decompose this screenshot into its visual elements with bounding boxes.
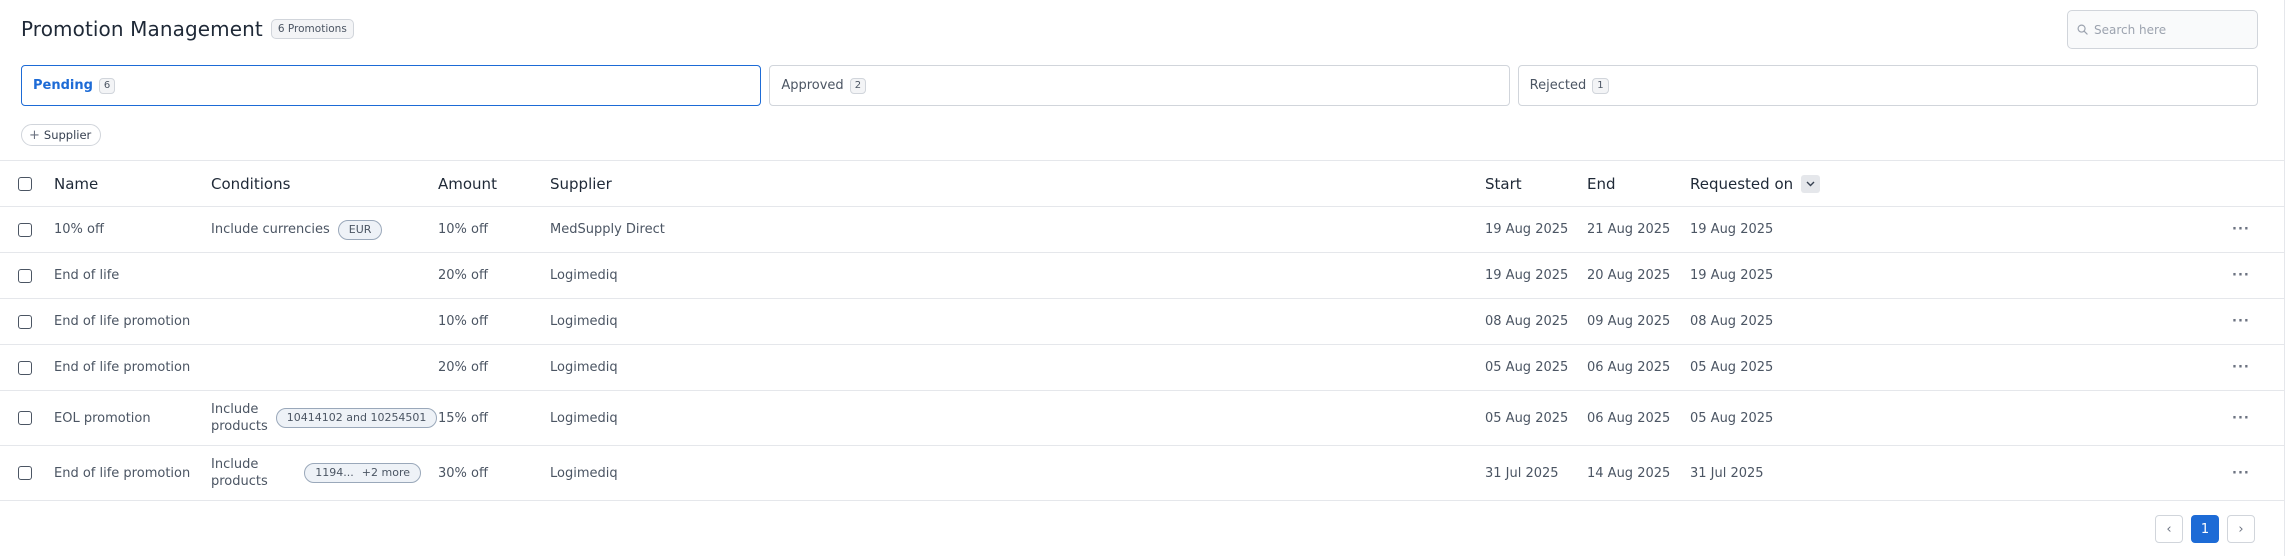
promotion-requested-on: 19 Aug 2025: [1690, 222, 1774, 237]
promotion-end: 20 Aug 2025: [1587, 268, 1671, 283]
promotion-start: 05 Aug 2025: [1485, 360, 1569, 375]
promotion-name: 10% off: [54, 222, 104, 237]
promotion-end: 21 Aug 2025: [1587, 222, 1671, 237]
column-header-conditions: Conditions: [211, 174, 291, 193]
promotion-end: 06 Aug 2025: [1587, 360, 1671, 375]
condition-empty: [211, 345, 421, 390]
tab-count: 6: [98, 77, 116, 94]
row-checkbox[interactable]: [18, 360, 32, 375]
tab-label: Approved: [781, 78, 844, 93]
tab-label: Rejected: [1529, 78, 1587, 93]
filter-chip-label: Supplier: [43, 128, 92, 142]
promotion-requested-on: 31 Jul 2025: [1690, 465, 1764, 481]
search-icon: [2077, 24, 2088, 35]
row-actions-more-icon[interactable]: ···: [2232, 466, 2250, 481]
promotion-amount: 10% off: [438, 314, 488, 329]
row-actions-more-icon[interactable]: ···: [2232, 360, 2250, 375]
condition-empty: [211, 299, 421, 344]
promotion-supplier: Logimediq: [550, 465, 618, 481]
promotion-start: 19 Aug 2025: [1485, 268, 1569, 283]
search-input[interactable]: [2094, 22, 2244, 37]
promotion-start: 31 Jul 2025: [1485, 465, 1559, 481]
row-actions-more-icon[interactable]: ···: [2232, 314, 2250, 329]
chevron-down-icon: [1806, 181, 1815, 186]
table-row[interactable]: End of life promotion 10% off Logimediq …: [0, 299, 2285, 345]
plus-icon: +: [29, 127, 40, 143]
column-header-end: End: [1587, 174, 1616, 193]
condition-text: Include products: [211, 402, 268, 434]
page-title: Promotion Management: [21, 17, 263, 41]
promotion-amount: 30% off: [438, 465, 488, 481]
supplier-filter-button[interactable]: + Supplier: [21, 124, 102, 146]
promotion-requested-on: 05 Aug 2025: [1690, 410, 1774, 426]
promotion-amount: 10% off: [438, 222, 488, 237]
condition-pill: EUR: [337, 219, 383, 240]
promotions-table: Name Conditions Amount Supplier Start En…: [0, 160, 2285, 501]
row-actions-more-icon[interactable]: ···: [2232, 222, 2250, 237]
tab-approved[interactable]: Approved 2: [769, 65, 1510, 106]
row-checkbox[interactable]: [18, 222, 32, 237]
row-actions-more-icon[interactable]: ···: [2232, 268, 2250, 283]
column-header-amount: Amount: [438, 174, 497, 193]
tab-pending[interactable]: Pending 6: [21, 65, 762, 106]
row-checkbox[interactable]: [18, 411, 32, 425]
promotion-amount: 20% off: [438, 268, 488, 283]
select-all-checkbox[interactable]: [18, 176, 32, 191]
promotion-end: 09 Aug 2025: [1587, 314, 1671, 329]
row-checkbox[interactable]: [18, 466, 32, 480]
table-row[interactable]: 10% off Include currencies EUR 10% off M…: [0, 207, 2285, 253]
promotion-name: End of life promotion: [54, 314, 191, 329]
status-tabs: Pending 6 Approved 2 Rejected 1: [21, 65, 2258, 106]
table-row[interactable]: End of life promotion 20% off Logimediq …: [0, 345, 2285, 391]
promotion-start: 08 Aug 2025: [1485, 314, 1569, 329]
tab-count: 1: [1592, 77, 1609, 94]
condition-empty: [211, 253, 421, 298]
search-box[interactable]: [2067, 10, 2258, 49]
column-header-start: Start: [1485, 174, 1522, 193]
pagination-page-1[interactable]: 1: [2191, 515, 2219, 543]
table-row[interactable]: End of life promotion Include products 1…: [0, 446, 2285, 501]
promotion-name: EOL promotion: [54, 410, 151, 426]
condition-text: Include currencies: [211, 222, 330, 237]
promotion-requested-on: 05 Aug 2025: [1690, 360, 1774, 375]
condition-text: Include products: [211, 457, 268, 489]
promotion-end: 06 Aug 2025: [1587, 410, 1671, 426]
promotion-amount: 15% off: [438, 410, 488, 426]
promotion-supplier: Logimediq: [550, 314, 618, 329]
promotion-requested-on: 08 Aug 2025: [1690, 314, 1774, 329]
promotion-supplier: Logimediq: [550, 410, 618, 426]
promotion-supplier: Logimediq: [550, 360, 618, 375]
promotion-name: End of life promotion: [54, 360, 191, 375]
page-header: Promotion Management 6 Promotions: [21, 17, 354, 41]
promotion-end: 14 Aug 2025: [1587, 465, 1671, 481]
condition-pill: 10414102 and 10254501: [275, 408, 438, 428]
tab-rejected[interactable]: Rejected 1: [1517, 65, 2258, 106]
row-checkbox[interactable]: [18, 268, 32, 283]
promotion-name: End of life promotion: [54, 465, 191, 481]
column-header-label: Requested on: [1690, 174, 1794, 193]
column-header-supplier: Supplier: [550, 174, 612, 193]
pagination-prev-button[interactable]: ‹: [2155, 515, 2183, 543]
promotion-name: End of life: [54, 268, 120, 283]
promotion-amount: 20% off: [438, 360, 488, 375]
table-row[interactable]: EOL promotion Include products 10414102 …: [0, 391, 2285, 446]
table-header-row: Name Conditions Amount Supplier Start En…: [0, 161, 2285, 207]
row-checkbox[interactable]: [18, 314, 32, 329]
promotion-requested-on: 19 Aug 2025: [1690, 268, 1774, 283]
more-items-label: +2 more: [361, 466, 410, 479]
column-header-requested-on: Requested on: [1690, 161, 1821, 206]
column-header-name: Name: [54, 174, 99, 193]
promotion-start: 19 Aug 2025: [1485, 222, 1569, 237]
promotion-start: 05 Aug 2025: [1485, 410, 1569, 426]
promotion-count-badge: 6 Promotions: [270, 19, 354, 39]
promotion-supplier: Logimediq: [550, 268, 618, 283]
condition-pill[interactable]: 1194... +2 more: [304, 463, 421, 483]
sort-button[interactable]: [1801, 174, 1821, 193]
promotion-supplier: MedSupply Direct: [550, 222, 665, 237]
tab-label: Pending: [33, 78, 93, 93]
pagination-next-button[interactable]: ›: [2227, 515, 2255, 543]
table-row[interactable]: End of life 20% off Logimediq 19 Aug 202…: [0, 253, 2285, 299]
tab-count: 2: [849, 77, 867, 94]
row-actions-more-icon[interactable]: ···: [2232, 411, 2250, 426]
